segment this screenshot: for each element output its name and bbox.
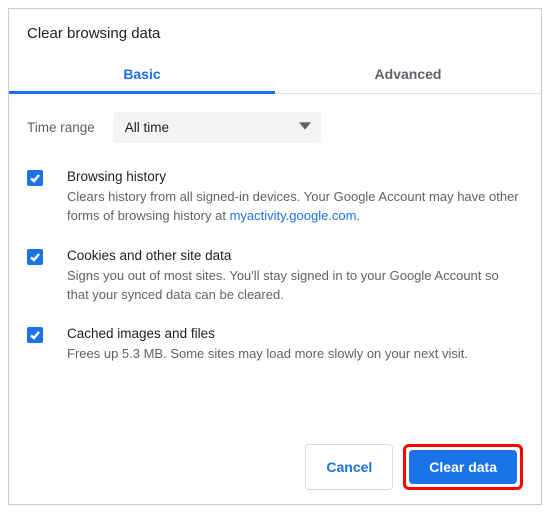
- option-desc-text-post: .: [356, 208, 360, 223]
- option-desc: Frees up 5.3 MB. Some sites may load mor…: [67, 345, 523, 364]
- option-desc: Signs you out of most sites. You'll stay…: [67, 267, 523, 305]
- tab-basic[interactable]: Basic: [9, 54, 275, 93]
- cancel-button[interactable]: Cancel: [305, 444, 393, 490]
- time-range-value: All time: [125, 120, 169, 135]
- dialog-title: Clear browsing data: [9, 9, 541, 54]
- checkbox-browsing-history[interactable]: [27, 170, 43, 186]
- option-title: Browsing history: [67, 169, 523, 184]
- dropdown-icon: [299, 120, 311, 135]
- option-title: Cookies and other site data: [67, 248, 523, 263]
- option-cache: Cached images and files Frees up 5.3 MB.…: [27, 326, 523, 364]
- time-range-row: Time range All time: [27, 112, 523, 143]
- checkbox-cache[interactable]: [27, 327, 43, 343]
- tab-advanced[interactable]: Advanced: [275, 54, 541, 93]
- option-title: Cached images and files: [67, 326, 523, 341]
- time-range-select[interactable]: All time: [113, 112, 321, 143]
- highlight-box: Clear data: [403, 444, 523, 490]
- option-cookies: Cookies and other site data Signs you ou…: [27, 248, 523, 305]
- checkbox-cookies[interactable]: [27, 249, 43, 265]
- myactivity-link[interactable]: myactivity.google.com: [230, 208, 357, 223]
- time-range-label: Time range: [27, 120, 95, 135]
- option-browsing-history: Browsing history Clears history from all…: [27, 169, 523, 226]
- dialog-actions: Cancel Clear data: [305, 444, 523, 490]
- dialog-content: Time range All time Browsing history Cle…: [9, 94, 541, 386]
- tabs: Basic Advanced: [9, 54, 541, 94]
- clear-browsing-data-dialog: Clear browsing data Basic Advanced Time …: [8, 8, 542, 505]
- clear-data-button[interactable]: Clear data: [409, 450, 517, 484]
- option-desc: Clears history from all signed-in device…: [67, 188, 523, 226]
